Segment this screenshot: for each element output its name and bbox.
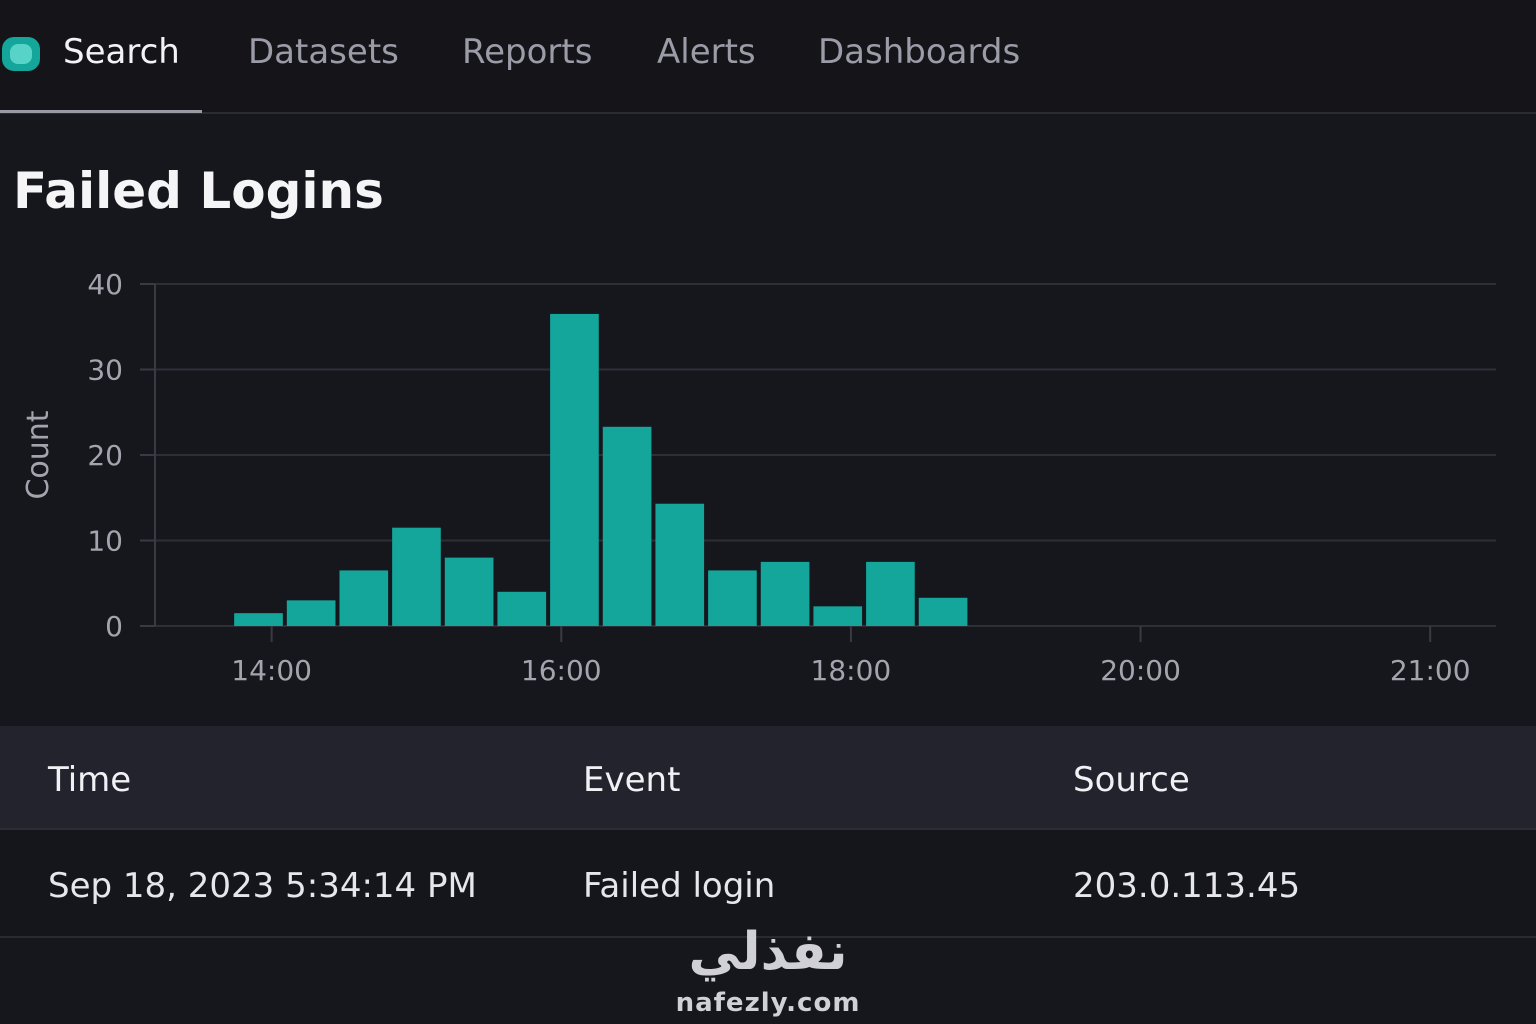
x-tick-label: 21:00 [1390, 654, 1471, 687]
column-header-time[interactable]: Time [48, 760, 131, 800]
x-tick-label: 20:00 [1100, 654, 1181, 687]
tab-search[interactable]: Search [63, 32, 180, 72]
column-header-event[interactable]: Event [583, 760, 680, 800]
histogram-bar [918, 597, 968, 626]
histogram-bar [760, 561, 810, 626]
histogram-bar [708, 570, 757, 626]
tab-datasets[interactable]: Datasets [248, 32, 399, 72]
y-axis-label: Count [21, 410, 56, 499]
column-header-source[interactable]: Source [1073, 760, 1190, 800]
results-table: Time Event Source Sep 18, 2023 5:34:14 P… [0, 726, 1536, 938]
x-tick-label: 14:00 [231, 654, 312, 687]
watermark-arabic: نفذلي [688, 922, 848, 982]
watermark-domain: nafezly.com [675, 988, 861, 1018]
histogram-bar [234, 613, 283, 626]
tab-reports[interactable]: Reports [462, 32, 592, 72]
histogram-bar [550, 313, 599, 626]
table-header: Time Event Source [0, 726, 1536, 830]
histogram-bar [655, 503, 705, 626]
page-title: Failed Logins [13, 162, 384, 220]
histogram-bar [497, 591, 547, 626]
tab-alerts[interactable]: Alerts [657, 32, 756, 72]
histogram-bar [813, 606, 863, 626]
cell-event: Failed login [583, 866, 776, 906]
cell-time: Sep 18, 2023 5:34:14 PM [48, 866, 477, 906]
active-tab-indicator [0, 110, 202, 113]
histogram-bar [444, 557, 494, 626]
histogram-bar [866, 561, 915, 626]
y-tick-label: 30 [87, 354, 123, 387]
x-tick-label: 16:00 [521, 654, 602, 687]
tab-dashboards[interactable]: Dashboards [818, 32, 1020, 72]
histogram-bar [392, 527, 441, 626]
histogram-bar [602, 426, 652, 626]
histogram-bar [286, 600, 336, 626]
y-tick-label: 40 [87, 268, 123, 301]
top-nav: Search Datasets Reports Alerts Dashboard… [0, 0, 1536, 114]
failed-logins-chart: 0 10 20 30 40 Count 14:00 16:00 18:00 20:00 21:00 [21, 268, 1496, 687]
y-tick-label: 20 [87, 439, 123, 472]
app-logo-icon [2, 37, 40, 71]
x-tick-label: 18:00 [811, 654, 892, 687]
y-tick-label: 0 [105, 610, 123, 643]
histogram-bar [339, 570, 389, 626]
cell-source: 203.0.113.45 [1073, 866, 1301, 906]
y-tick-label: 10 [87, 525, 123, 558]
